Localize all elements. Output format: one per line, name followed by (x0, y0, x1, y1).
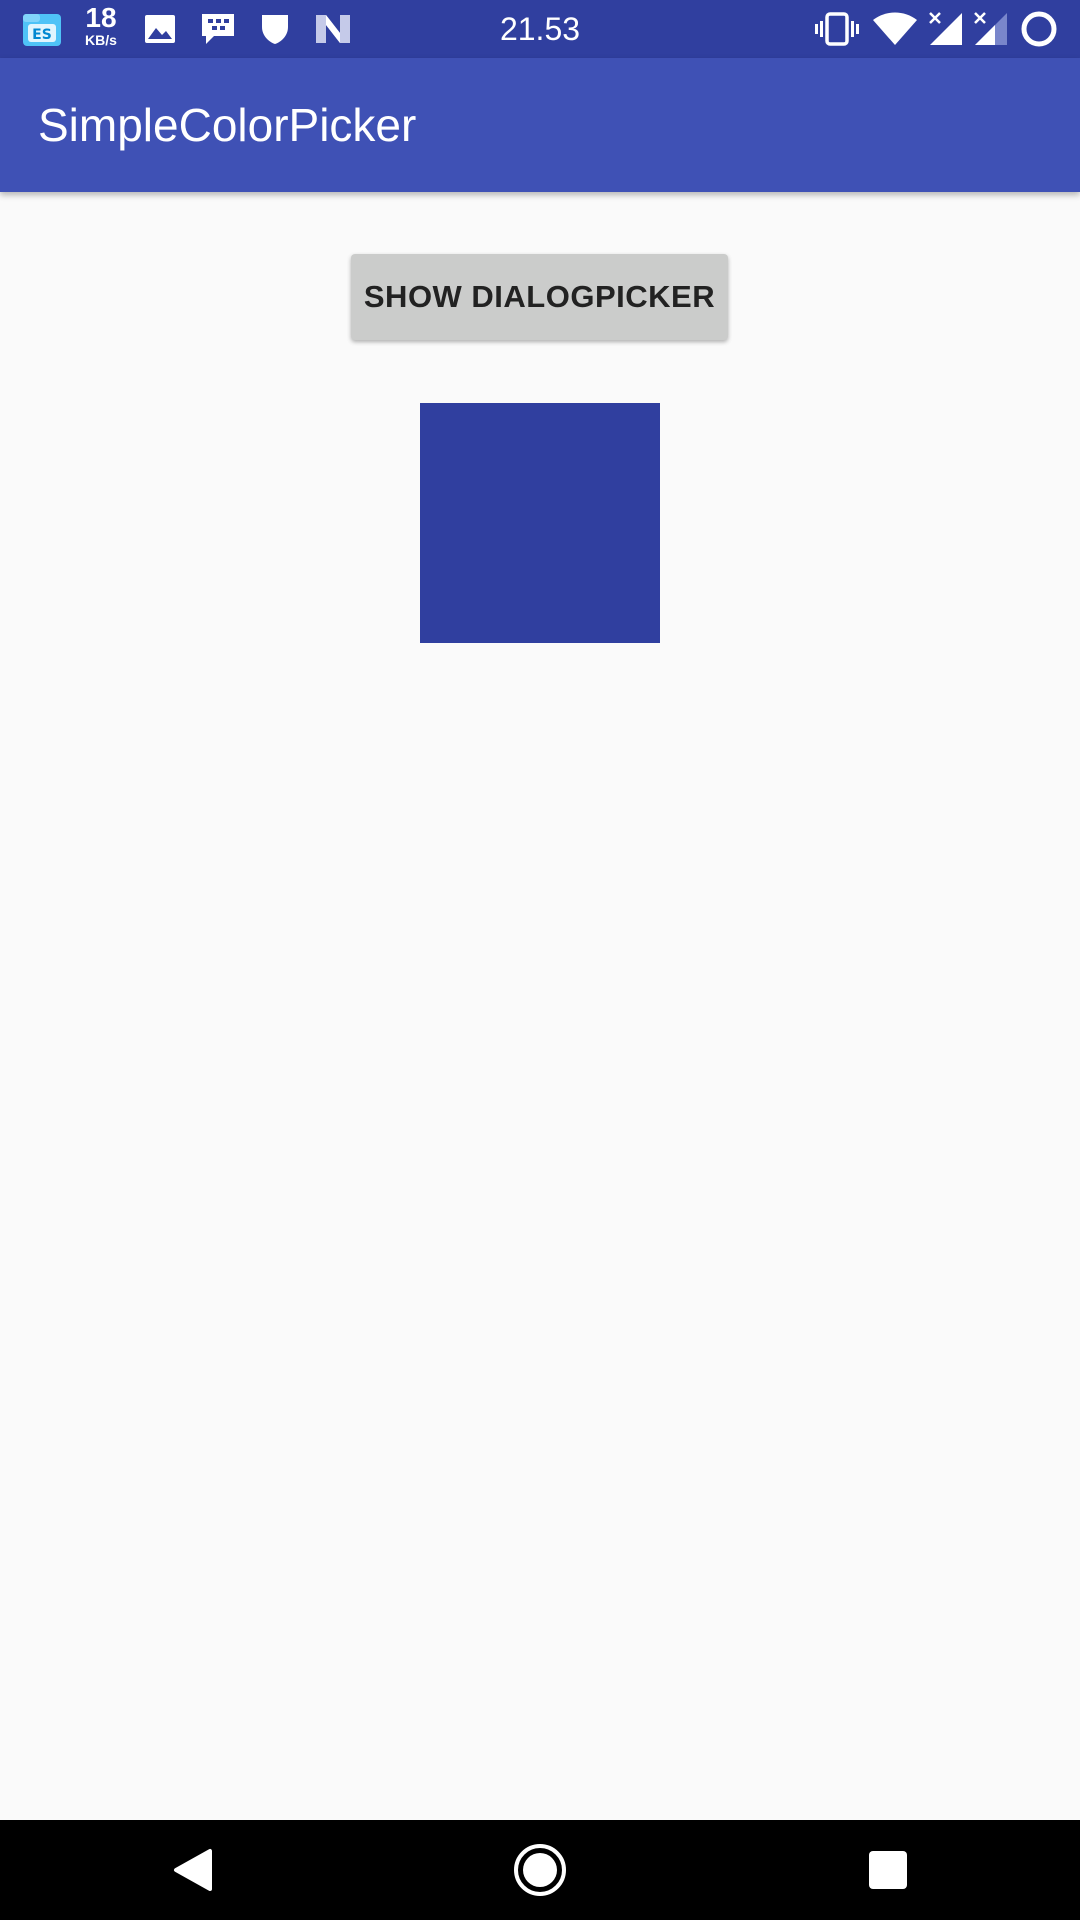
app-bar: SimpleColorPicker (0, 58, 1080, 192)
show-dialogpicker-button[interactable]: SHOW DIALOGPICKER (351, 254, 728, 340)
signal-icon (928, 0, 964, 58)
signal-icon (973, 0, 1009, 58)
ring-icon (1019, 0, 1059, 58)
recents-icon[interactable] (838, 1820, 938, 1920)
wifi-icon (872, 0, 918, 58)
color-preview-swatch (420, 403, 660, 643)
clock: 21.53 (499, 11, 581, 47)
status-bar: ES 18 KB/s 21.53 (0, 0, 1080, 58)
app-title: SimpleColorPicker (38, 99, 417, 151)
home-icon[interactable] (490, 1820, 590, 1920)
back-icon[interactable] (142, 1820, 242, 1920)
vibrate-icon (814, 0, 860, 58)
navigation-bar (0, 1820, 1080, 1920)
